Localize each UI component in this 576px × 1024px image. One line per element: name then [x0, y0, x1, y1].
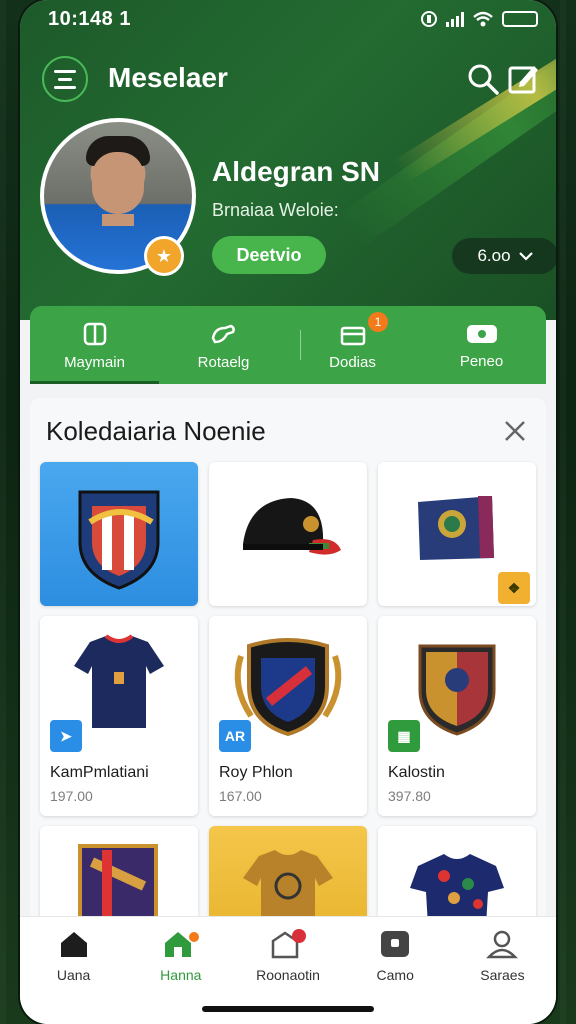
dropdown-value: 6.oo [477, 246, 511, 265]
camera-icon [381, 931, 410, 957]
currency-dropdown[interactable]: 6.oo [452, 238, 556, 274]
item-price: 197.00 [50, 788, 93, 804]
tab-badge: 1 [368, 312, 388, 332]
cap-item-icon [243, 498, 341, 555]
menu-button[interactable] [42, 56, 88, 102]
menu-icon-line [58, 77, 72, 81]
collection-item[interactable] [40, 462, 198, 606]
level-badge-icon: ★ [144, 236, 184, 276]
nav-label: Uana [56, 967, 91, 983]
battery-icon [502, 11, 538, 27]
status-time: 10:148 1 [48, 8, 131, 30]
nav-label: Camo [376, 967, 414, 983]
item-name: Kalostin [388, 764, 445, 781]
tab-label: Rotaelg [197, 353, 250, 371]
collection-item[interactable]: ▦ Kalostin 397.80 [378, 616, 536, 816]
signal-icon [446, 11, 464, 27]
app-title: Meselaer [108, 62, 228, 93]
item-price: 397.80 [388, 788, 431, 804]
menu-icon-line [54, 69, 76, 73]
collection-item[interactable] [209, 826, 367, 926]
status-bar: 10:148 1 [48, 8, 538, 32]
item-name: KamPmlatiani [50, 764, 149, 781]
nav-label: Hanna [160, 967, 202, 983]
menu-icon-line [54, 85, 76, 89]
ticket-icon [466, 324, 497, 343]
collection-title: Koledaiaria Noenie [46, 416, 266, 446]
nav-label: Roonaotin [256, 967, 320, 983]
status-icons [420, 10, 538, 28]
collection-item[interactable] [40, 826, 198, 926]
collection-item[interactable]: ❖ [378, 462, 536, 606]
tab-rotaelg[interactable]: Rotaelg [159, 306, 288, 384]
jersey-item-icon [74, 634, 164, 728]
user-subtitle: Brnaiaa Weloіe: [212, 200, 339, 220]
jersey-item-icon [410, 854, 504, 926]
collection-item[interactable] [378, 826, 536, 926]
wifi-icon [473, 11, 493, 27]
edit-icon[interactable] [506, 62, 540, 96]
tab-label: Peneo [459, 352, 504, 370]
collection-item[interactable] [209, 462, 367, 606]
tshirt-item-icon [243, 850, 333, 926]
top-bar: Meselaer [42, 52, 542, 106]
avatar-face [92, 152, 144, 214]
vpn-icon [421, 11, 437, 27]
crest-item-icon [78, 490, 160, 590]
status-button[interactable]: Deetvio [212, 236, 326, 274]
phone-screen: 10:148 1 Meselaer ★ Aldegran SN Brnaiaa … [20, 0, 556, 1024]
house-green-icon [164, 932, 199, 957]
search-icon[interactable] [466, 62, 500, 96]
home-indicator[interactable] [202, 1006, 374, 1012]
nav-item-uana[interactable]: Uana [20, 929, 127, 1024]
user-name: Aldegran SN [212, 156, 381, 187]
category-tabs: Maymain Rotaelg 1 Dodias Peneo [30, 306, 546, 384]
home-icon [60, 932, 87, 957]
collection-grid: ❖ ➤ KamPmlatiani 197.00 AR Roy Phlon 167… [40, 462, 536, 926]
cards-icon [83, 322, 106, 345]
nav-label: Saraes [480, 967, 525, 983]
collection-item[interactable]: AR Roy Phlon 167.00 [209, 616, 367, 816]
avatar-neck [102, 214, 134, 226]
ar-icon: AR [219, 720, 251, 752]
grid-icon: ▦ [388, 720, 420, 752]
chest-icon [340, 326, 365, 345]
twitter-icon: ➤ [50, 720, 82, 752]
hand-icon [211, 324, 235, 343]
profile-icon [486, 930, 519, 959]
tab-label: Maymain [64, 353, 125, 371]
tab-peneo[interactable]: Peneo [417, 306, 546, 384]
tab-maymain[interactable]: Maymain [30, 306, 159, 384]
notification-icon [271, 929, 306, 959]
profile-hero: 10:148 1 Meselaer ★ Aldegran SN Brnaiaa … [20, 0, 556, 320]
gift-icon: ❖ [498, 572, 530, 604]
collection-item[interactable]: ➤ KamPmlatiani 197.00 [40, 616, 198, 816]
tab-label: Dodias [329, 353, 376, 371]
item-name: Roy Phlon [219, 764, 293, 781]
chevron-down-icon [518, 252, 533, 261]
crest-item-icon [78, 844, 158, 926]
tab-dodias[interactable]: 1 Dodias [288, 306, 417, 384]
nav-item-saraes[interactable]: Saraes [449, 929, 556, 1024]
item-price: 167.00 [219, 788, 262, 804]
close-icon[interactable] [500, 416, 530, 446]
